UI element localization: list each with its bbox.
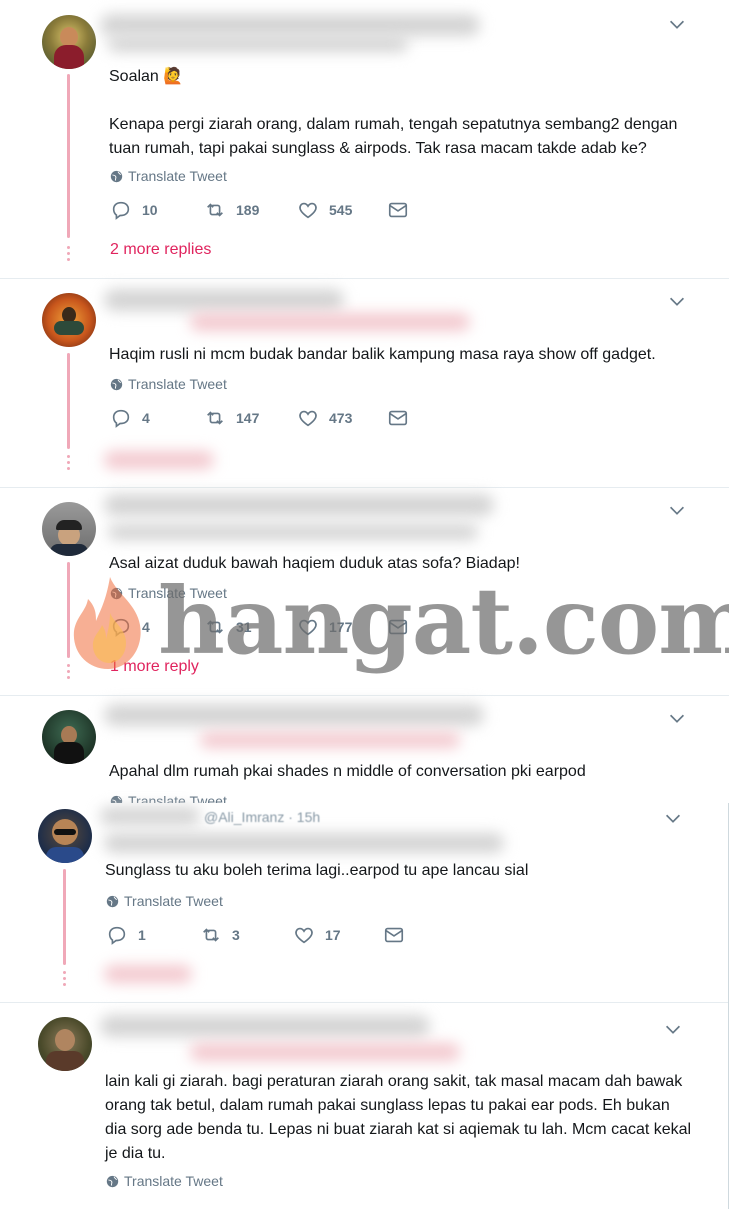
reply-icon (112, 618, 130, 637)
handle-partial: @Ali_Imranz · 15h (204, 809, 321, 825)
retweet-icon (203, 928, 219, 942)
like-icon (299, 619, 317, 636)
translate-tweet-link[interactable]: Translate Tweet (106, 893, 223, 909)
reply-icon (108, 926, 126, 945)
blurred-handle (200, 732, 460, 748)
overlay-screenshot-panel: @Ali_Imranz · 15h Sunglass tu aku boleh … (0, 803, 729, 1209)
blurred-handle (190, 1043, 460, 1061)
translate-tweet-link[interactable]: Translate Tweet (110, 585, 227, 601)
tweet-3[interactable]: Asal aizat duduk bawah haqiem duduk atas… (0, 488, 729, 695)
thread-line (67, 74, 70, 238)
retweet-icon (207, 203, 223, 217)
reply-icon (112, 409, 130, 428)
translate-tweet-link[interactable]: Translate Tweet (110, 168, 227, 184)
blurred-more-replies (104, 965, 192, 983)
retweet-button[interactable]: 147 (204, 407, 297, 429)
tweet-actions: 1 3 17 (106, 924, 415, 946)
blurred-username (100, 1015, 430, 1037)
tweet-text: Asal aizat duduk bawah haqiem duduk atas… (109, 555, 520, 572)
tweet-actions: 4 147 473 (110, 407, 419, 429)
like-button[interactable]: 473 (297, 407, 387, 429)
dm-icon (384, 927, 404, 943)
blurred-username (100, 14, 480, 36)
dm-button[interactable] (383, 924, 415, 946)
globe-icon (110, 587, 123, 599)
chevron-down-icon[interactable] (666, 499, 688, 521)
retweet-button[interactable]: 3 (200, 924, 293, 946)
blurred-handle (104, 833, 504, 853)
dm-icon (388, 410, 408, 426)
reply-button[interactable]: 1 (106, 924, 200, 946)
thread-line (63, 869, 66, 965)
dm-icon (388, 619, 408, 635)
chevron-down-icon[interactable] (666, 13, 688, 35)
retweet-button[interactable]: 31 (204, 616, 297, 638)
thread-dots (63, 971, 66, 989)
reply-icon (112, 201, 130, 220)
thread-line (67, 562, 70, 658)
like-button[interactable]: 17 (293, 924, 383, 946)
blurred-handle (190, 313, 470, 331)
avatar[interactable] (42, 502, 96, 556)
blurred-username (104, 704, 484, 726)
tweet-actions: 10 189 545 (110, 199, 419, 221)
avatar[interactable] (42, 710, 96, 764)
tweet-text: Apahal dlm rumah pkai shades n middle of… (109, 763, 586, 780)
blurred-username (100, 807, 200, 825)
tweet-5[interactable]: @Ali_Imranz · 15h Sunglass tu aku boleh … (0, 803, 728, 1002)
avatar[interactable] (38, 809, 92, 863)
reply-button[interactable]: 10 (110, 199, 204, 221)
globe-icon (110, 170, 123, 182)
thread-dots (67, 664, 70, 682)
like-button[interactable]: 545 (297, 199, 387, 221)
dm-button[interactable] (387, 199, 419, 221)
globe-icon (110, 378, 123, 390)
thread-dots (67, 246, 70, 264)
like-icon (295, 927, 313, 944)
globe-icon (106, 1175, 119, 1187)
chevron-down-icon[interactable] (662, 1018, 684, 1040)
tweet-2[interactable]: Haqim rusli ni mcm budak bandar balik ka… (0, 279, 729, 487)
tweet-text: Soalan 🙋 Kenapa pergi ziarah orang, dala… (109, 68, 678, 157)
like-icon (299, 202, 317, 219)
blurred-more-replies (104, 451, 214, 469)
reply-button[interactable]: 4 (110, 407, 204, 429)
more-replies-link[interactable]: 2 more replies (110, 241, 211, 259)
dm-button[interactable] (387, 407, 419, 429)
tweet-text: Sunglass tu aku boleh terima lagi..earpo… (105, 862, 529, 879)
tweet-6[interactable]: lain kali gi ziarah. bagi peraturan ziar… (0, 1003, 728, 1209)
retweet-icon (207, 411, 223, 425)
blurred-username (104, 289, 344, 311)
tweet-text: Haqim rusli ni mcm budak bandar balik ka… (109, 346, 656, 363)
dm-button[interactable] (387, 616, 419, 638)
blurred-handle (108, 36, 408, 52)
translate-tweet-link[interactable]: Translate Tweet (106, 1173, 223, 1189)
thread-line (67, 353, 70, 449)
more-replies-link[interactable]: 1 more reply (110, 658, 199, 676)
like-icon (299, 410, 317, 427)
retweet-icon (207, 620, 223, 634)
thread-dots (67, 455, 70, 473)
like-button[interactable]: 177 (297, 616, 387, 638)
dm-icon (388, 202, 408, 218)
reply-button[interactable]: 4 (110, 616, 204, 638)
blurred-handle (108, 524, 478, 540)
translate-tweet-link[interactable]: Translate Tweet (110, 376, 227, 392)
globe-icon (106, 895, 119, 907)
blurred-username (104, 494, 494, 516)
avatar[interactable] (42, 15, 96, 69)
avatar[interactable] (38, 1017, 92, 1071)
tweet-text: lain kali gi ziarah. bagi peraturan ziar… (105, 1073, 692, 1162)
chevron-down-icon[interactable] (662, 807, 684, 829)
tweet-4[interactable]: Apahal dlm rumah pkai shades n middle of… (0, 696, 729, 809)
avatar[interactable] (42, 293, 96, 347)
chevron-down-icon[interactable] (666, 290, 688, 312)
retweet-button[interactable]: 189 (204, 199, 297, 221)
chevron-down-icon[interactable] (666, 707, 688, 729)
tweet-actions: 4 31 177 (110, 616, 419, 638)
tweet-1[interactable]: Soalan 🙋 Kenapa pergi ziarah orang, dala… (0, 0, 729, 278)
